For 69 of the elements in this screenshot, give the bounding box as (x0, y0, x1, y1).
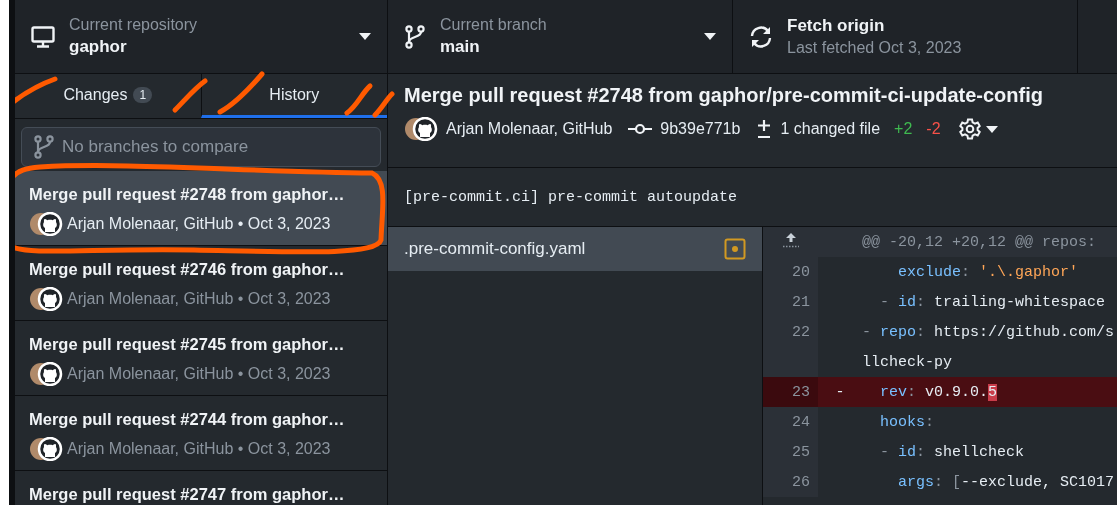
changed-files: 1 changed file (780, 120, 881, 138)
settings-menu[interactable] (958, 118, 998, 140)
commit-title: Merge pull request #2745 from gaphor… (29, 335, 345, 354)
toolbar-label: Current repository (69, 16, 198, 34)
commit-title: Merge pull request #2746 from gaphor… (29, 260, 345, 279)
avatar-icon (404, 117, 438, 141)
branch-filter-field[interactable]: No branches to compare (21, 127, 381, 167)
modified-icon (724, 238, 746, 260)
toolbar-value: gaphor (69, 37, 127, 57)
commit-title: Merge pull request #2747 from gaphor… (29, 485, 345, 504)
commit-meta: Arjan Molenaar, GitHub • Oct 3, 2023 (67, 290, 331, 308)
additions-count: +2 (894, 120, 913, 138)
line-number: 25 (792, 443, 810, 461)
branch-icon (404, 24, 426, 49)
sidebar-tab[interactable]: History (200, 74, 387, 118)
branch-selector[interactable]: Current branch main (388, 0, 733, 73)
code-line: rev: v0.9.0.5 (879, 383, 998, 401)
commit-item[interactable]: Merge pull request #2745 from gaphor… Arjan Molenaar, GitHub • Oct 3, 2023 (15, 321, 387, 396)
line-number: 24 (792, 413, 810, 431)
caret-icon (985, 125, 998, 133)
line-number: 22 (792, 323, 810, 341)
avatar-icon (29, 287, 63, 311)
commit-icon (628, 123, 653, 135)
branch-icon (33, 135, 55, 159)
avatar-icon (29, 212, 63, 236)
plus-minus-icon (756, 119, 773, 139)
commit-title: Merge pull request #2744 from gaphor… (29, 410, 345, 429)
commit-item[interactable]: Merge pull request #2748 from gaphor… Arjan Molenaar, GitHub • Oct 3, 2023 (15, 171, 387, 246)
code-line: llcheck-py (862, 353, 952, 371)
deletions-count: -2 (926, 120, 941, 138)
commit-item[interactable]: Merge pull request #2747 from gaphor… (15, 471, 387, 505)
commit-meta: Arjan Molenaar, GitHub • Oct 3, 2023 (67, 215, 331, 233)
line-number: 26 (792, 473, 810, 491)
fetch-title: Fetch origin (787, 16, 885, 36)
file-item[interactable]: .pre-commit-config.yaml (388, 227, 762, 271)
commit-authors: Arjan Molenaar, GitHub (446, 120, 613, 138)
commit-description: [pre-commit.ci] pre-commit autoupdate (404, 188, 738, 206)
avatar-icon (29, 362, 63, 386)
commit-title: Merge pull request #2748 from gaphor/pre-commit-ci-update-config (404, 84, 1043, 107)
count-badge: 1 (133, 86, 153, 103)
monitor-icon (31, 25, 55, 48)
toolbar-value: main (440, 37, 480, 57)
commit-meta: Arjan Molenaar, GitHub • Oct 3, 2023 (67, 440, 331, 458)
line-number: 21 (792, 293, 810, 311)
fetch-button[interactable]: Fetch origin Last fetched Oct 3, 2023 (733, 0, 1078, 73)
hunk-text: @@ -20,12 +20,12 @@ repos: (862, 233, 1097, 251)
commit-title: Merge pull request #2748 from gaphor… (29, 185, 345, 204)
code-line: hooks: (879, 413, 935, 431)
line-number: 20 (792, 263, 810, 281)
toolbar-label: Current branch (440, 16, 547, 34)
diff-marker: - (835, 383, 845, 401)
commit-item[interactable]: Merge pull request #2746 from gaphor… Arjan Molenaar, GitHub • Oct 3, 2023 (15, 246, 387, 321)
code-line: exclude: '.\.gaphor' (897, 263, 1079, 281)
file-name: .pre-commit-config.yaml (404, 239, 586, 259)
commit-item[interactable]: Merge pull request #2744 from gaphor… Arjan Molenaar, GitHub • Oct 3, 2023 (15, 396, 387, 471)
avatar-icon (29, 437, 63, 461)
sync-icon (749, 24, 773, 49)
caret-icon (359, 33, 371, 40)
line-number: 23 (792, 383, 810, 401)
fetch-subtitle: Last fetched Oct 3, 2023 (787, 39, 962, 57)
settings-icon (958, 118, 981, 140)
repository-selector[interactable]: Current repository gaphor (15, 0, 388, 73)
code-line: - repo: https://github.com/s (862, 323, 1115, 341)
commit-sha: 9b39e771b (660, 120, 741, 138)
code-line: - id: trailing-whitespace (879, 293, 1106, 311)
commit-meta: Arjan Molenaar, GitHub • Oct 3, 2023 (67, 365, 331, 383)
caret-icon (704, 33, 716, 40)
code-line: args: [--exclude, SC1017 (897, 473, 1115, 491)
code-line: - id: shellcheck (879, 443, 1025, 461)
